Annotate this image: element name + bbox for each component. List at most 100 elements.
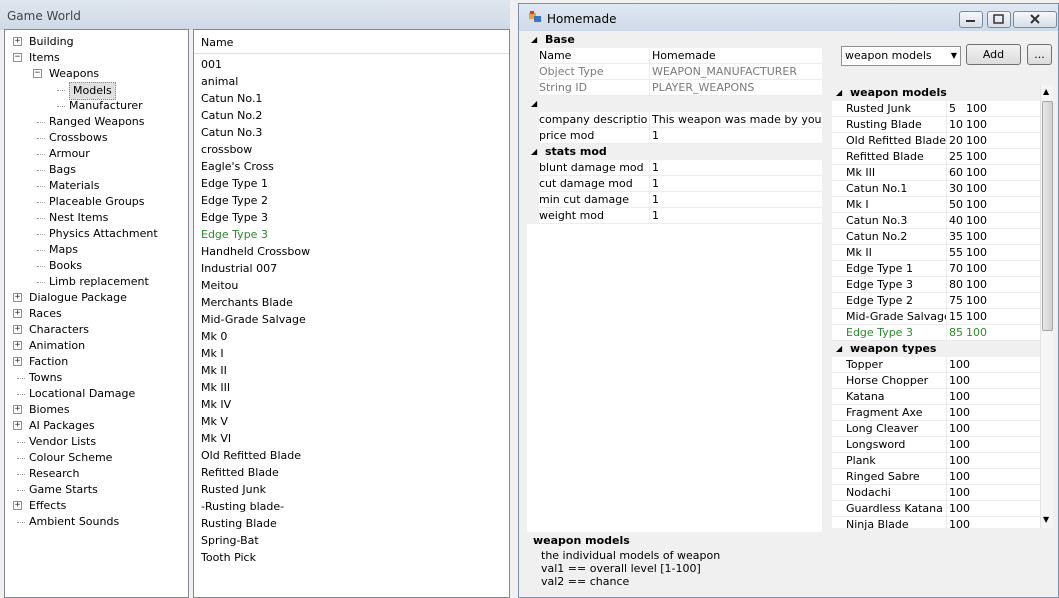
reference-val1[interactable]: 20 xyxy=(946,133,966,149)
tree-node[interactable]: Colour Scheme xyxy=(5,450,188,466)
reference-val1[interactable]: 100 xyxy=(946,501,970,517)
reference-row[interactable]: Plank 100 xyxy=(832,453,1040,469)
list-item[interactable]: Rusted Junk xyxy=(201,481,266,498)
reference-val1[interactable]: 100 xyxy=(946,437,970,453)
reference-val1[interactable]: 55 xyxy=(946,245,966,261)
reference-row[interactable]: Catun No.3 40 100 xyxy=(832,213,1040,229)
reference-val2[interactable]: 100 xyxy=(966,325,987,341)
list-item[interactable]: Edge Type 3 xyxy=(201,226,268,243)
reference-val1[interactable]: 40 xyxy=(946,213,966,229)
tree-node[interactable]: Research xyxy=(5,466,188,482)
list-item[interactable]: Industrial 007 xyxy=(201,260,277,277)
reference-row[interactable]: Long Cleaver 100 xyxy=(832,421,1040,437)
reference-row[interactable]: Ninja Blade 100 xyxy=(832,517,1040,533)
reference-row[interactable]: Edge Type 1 70 100 xyxy=(832,261,1040,277)
reference-row[interactable]: Catun No.1 30 100 xyxy=(832,181,1040,197)
list-item[interactable]: Edge Type 1 xyxy=(201,175,268,192)
reference-val1[interactable]: 75 xyxy=(946,293,966,309)
property-row[interactable]: min cut damage 1 xyxy=(527,192,822,208)
reference-val1[interactable]: 60 xyxy=(946,165,966,181)
property-category[interactable]: ◢ xyxy=(527,96,822,112)
property-category[interactable]: ◢ stats mod xyxy=(527,144,822,160)
list-item[interactable]: Mk II xyxy=(201,362,227,379)
plus-expander-icon[interactable]: + xyxy=(13,325,22,334)
list-item[interactable]: Merchants Blade xyxy=(201,294,293,311)
reference-scrollbar[interactable]: ▲ ▼ xyxy=(1040,85,1053,528)
reference-row[interactable]: Nodachi 100 xyxy=(832,485,1040,501)
list-item[interactable]: Mk IV xyxy=(201,396,231,413)
list-item[interactable]: Refitted Blade xyxy=(201,464,279,481)
list-item[interactable]: Mk III xyxy=(201,379,230,396)
reference-row[interactable]: Catun No.2 35 100 xyxy=(832,229,1040,245)
tree-node[interactable]: + AI Packages xyxy=(5,418,188,434)
reference-val2[interactable]: 100 xyxy=(966,293,987,309)
minimize-button[interactable] xyxy=(959,11,983,28)
tree-node[interactable]: Models xyxy=(5,82,188,100)
maximize-button[interactable] xyxy=(987,11,1011,28)
property-value[interactable]: 1 xyxy=(649,208,822,224)
more-button[interactable]: ... xyxy=(1027,44,1052,65)
tree-node[interactable]: Manufacturer xyxy=(5,98,188,114)
reference-row[interactable]: Ringed Sabre 100 xyxy=(832,469,1040,485)
reference-row[interactable]: Longsword 100 xyxy=(832,437,1040,453)
tree-node[interactable]: Game Starts xyxy=(5,482,188,498)
list-item[interactable]: Old Refitted Blade xyxy=(201,447,301,464)
property-row[interactable]: cut damage mod 1 xyxy=(527,176,822,192)
property-value[interactable]: 1 xyxy=(649,160,822,176)
reference-row[interactable]: Horse Chopper 100 xyxy=(832,373,1040,389)
property-row[interactable]: Object Type WEAPON_MANUFACTURER xyxy=(527,64,822,80)
list-item[interactable]: Mk VI xyxy=(201,430,231,447)
category-tree[interactable]: + Building − Items − Weapons Models Manufacture… xyxy=(4,29,189,598)
scroll-up-icon[interactable]: ▲ xyxy=(1043,87,1049,96)
list-item[interactable]: Mid-Grade Salvage xyxy=(201,311,306,328)
property-row[interactable]: blunt damage mod 1 xyxy=(527,160,822,176)
reference-val2[interactable]: 100 xyxy=(966,309,987,325)
collapse-arrow-icon[interactable]: ◢ xyxy=(531,144,537,160)
reference-val1[interactable]: 85 xyxy=(946,325,966,341)
collapse-arrow-icon[interactable]: ◢ xyxy=(531,32,537,48)
tree-node[interactable]: Bags xyxy=(5,162,188,178)
tree-node[interactable]: Locational Damage xyxy=(5,386,188,402)
scroll-thumb[interactable] xyxy=(1042,101,1053,331)
tree-node[interactable]: Armour xyxy=(5,146,188,162)
reference-val2[interactable]: 100 xyxy=(966,197,987,213)
plus-expander-icon[interactable]: + xyxy=(13,405,22,414)
property-value[interactable]: Homemade xyxy=(649,48,822,64)
tree-node[interactable]: + Biomes xyxy=(5,402,188,418)
item-list[interactable]: Name 001 animal Catun No.1 Catun No.2 Catun … xyxy=(193,29,510,598)
tree-node[interactable]: Physics Attachment xyxy=(5,226,188,242)
collapse-arrow-icon[interactable]: ◢ xyxy=(836,85,842,101)
list-item[interactable]: -Rusting blade- xyxy=(201,498,284,515)
property-grid[interactable]: ◢ Base Name Homemade Object Type WEAPON_MANUF… xyxy=(527,32,822,532)
reference-val2[interactable]: 100 xyxy=(966,117,987,133)
list-item[interactable]: Catun No.1 xyxy=(201,90,262,107)
reference-val1[interactable]: 30 xyxy=(946,181,966,197)
list-item[interactable]: Mk 0 xyxy=(201,328,227,345)
reference-val1[interactable]: 100 xyxy=(946,405,970,421)
list-item[interactable]: Rusting Blade xyxy=(201,515,277,532)
tree-node[interactable]: + Characters xyxy=(5,322,188,338)
tree-node[interactable]: Placeable Groups xyxy=(5,194,188,210)
property-value[interactable]: 1 xyxy=(649,192,822,208)
tree-node[interactable]: Nest Items xyxy=(5,210,188,226)
list-item[interactable]: Edge Type 2 xyxy=(201,192,268,209)
property-value[interactable]: This weapon was made by your facti xyxy=(649,112,822,128)
list-item[interactable]: Handheld Crossbow xyxy=(201,243,310,260)
list-item[interactable]: Edge Type 3 xyxy=(201,209,268,226)
list-item[interactable]: 001 xyxy=(201,56,222,73)
reference-row[interactable]: Edge Type 2 75 100 xyxy=(832,293,1040,309)
reference-val2[interactable]: 100 xyxy=(966,277,987,293)
tree-node[interactable]: Materials xyxy=(5,178,188,194)
tree-node[interactable]: − Items xyxy=(5,50,188,66)
reference-val2[interactable]: 100 xyxy=(966,261,987,277)
collapse-arrow-icon[interactable]: ◢ xyxy=(836,341,842,357)
plus-expander-icon[interactable]: + xyxy=(13,357,22,366)
reference-row[interactable]: Mk II 55 100 xyxy=(832,245,1040,261)
property-row[interactable]: company description This weapon was made … xyxy=(527,112,822,128)
reference-val1[interactable]: 100 xyxy=(946,421,970,437)
reference-val2[interactable]: 100 xyxy=(966,181,987,197)
reference-val1[interactable]: 100 xyxy=(946,485,970,501)
minus-expander-icon[interactable]: − xyxy=(33,69,42,78)
reference-row[interactable]: Old Refitted Blade 20 100 xyxy=(832,133,1040,149)
property-row[interactable]: price mod 1 xyxy=(527,128,822,144)
